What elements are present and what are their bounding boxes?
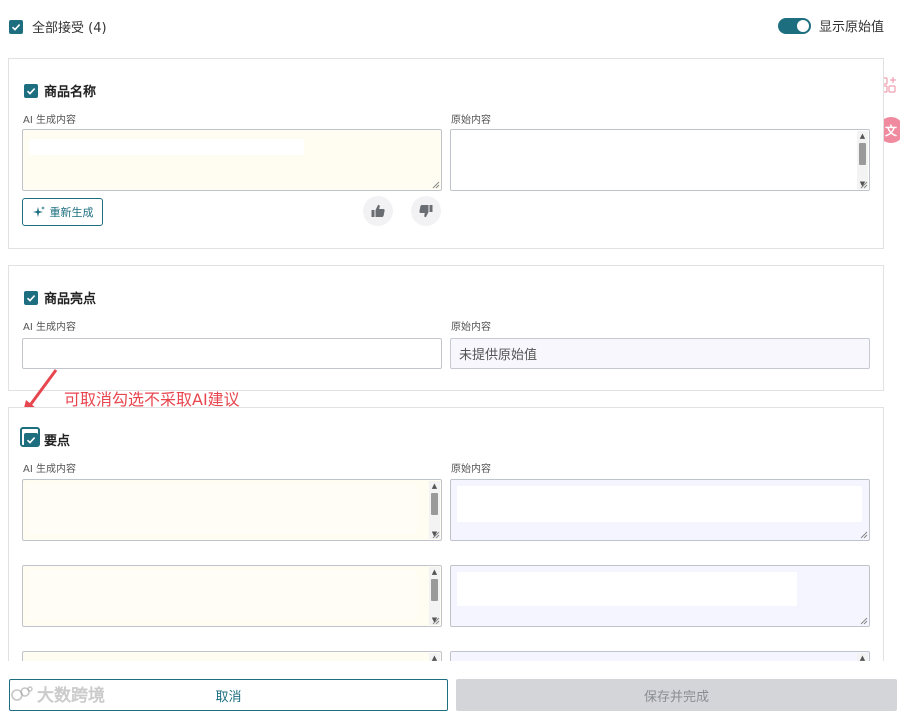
ai-content-label: AI 生成内容 xyxy=(23,115,76,126)
save-and-finish-button[interactable]: 保存并完成 xyxy=(456,679,897,711)
watermark: 大数跨境 xyxy=(11,681,105,706)
resize-grip-icon[interactable] xyxy=(431,180,440,189)
scroll-thumb[interactable] xyxy=(859,143,866,165)
check-icon xyxy=(9,19,23,34)
scroll-up-icon[interactable]: ▲ xyxy=(857,131,868,141)
ai-keypoint-textarea-2[interactable]: ▲ ▼ xyxy=(22,565,442,627)
original-keypoint-textarea-1[interactable] xyxy=(450,479,870,541)
section-key-points: 要点 AI 生成内容 原始内容 xyxy=(8,407,884,677)
show-original-toggle[interactable] xyxy=(777,17,811,34)
thumbs-up-button[interactable] xyxy=(363,196,393,226)
regenerate-label: 重新生成 xyxy=(49,206,94,219)
ai-name-textarea[interactable] xyxy=(22,129,442,191)
scroll-thumb[interactable] xyxy=(431,493,438,515)
section-title-product-name[interactable]: 商品名称 xyxy=(24,81,96,100)
scroll-thumb[interactable] xyxy=(431,579,438,601)
resize-grip-icon[interactable] xyxy=(859,530,868,539)
watermark-text: 大数跨境 xyxy=(37,686,105,706)
watermark-logo-icon xyxy=(11,685,33,701)
original-content-label: 原始内容 xyxy=(451,115,491,126)
ai-keypoint-textarea-1[interactable]: ▲ ▼ xyxy=(22,479,442,541)
top-bar: 全部接受 (4) 显示原始值 xyxy=(0,0,900,50)
original-name-textarea[interactable]: ▲ ▼ xyxy=(450,129,870,191)
thumbs-up-icon xyxy=(371,204,385,217)
section-product-highlights: 商品亮点 AI 生成内容 原始内容 xyxy=(8,265,884,391)
check-icon xyxy=(24,290,38,305)
resize-grip-icon[interactable] xyxy=(431,616,440,625)
resize-grip-icon[interactable] xyxy=(859,616,868,625)
section-title-label: 要点 xyxy=(44,434,71,449)
highlight-box xyxy=(20,427,40,447)
footer-bar: 取消 大数跨境 保存并完成 xyxy=(0,661,900,711)
save-label: 保存并完成 xyxy=(643,689,709,705)
original-content-label: 原始内容 xyxy=(451,322,491,333)
regenerate-button[interactable]: 重新生成 xyxy=(22,198,103,226)
redacted-text xyxy=(457,572,797,606)
accept-all-label: 全部接受 (4) xyxy=(32,21,107,36)
resize-grip-icon[interactable] xyxy=(431,530,440,539)
ai-content-label: AI 生成内容 xyxy=(23,464,76,475)
accept-all-checkbox[interactable]: 全部接受 (4) xyxy=(9,17,107,36)
redacted-text xyxy=(27,484,417,534)
thumbs-down-button[interactable] xyxy=(411,196,441,226)
check-icon xyxy=(24,83,38,98)
redacted-text xyxy=(29,139,304,155)
sparkle-icon xyxy=(32,206,45,217)
ai-content-label: AI 生成内容 xyxy=(23,322,76,333)
ai-highlight-input[interactable] xyxy=(22,338,442,369)
scroll-up-icon[interactable]: ▲ xyxy=(429,567,440,577)
resize-grip-icon[interactable] xyxy=(859,180,868,189)
original-highlight-input[interactable]: 未提供原始值 xyxy=(450,338,870,369)
original-content-label: 原始内容 xyxy=(451,464,491,475)
section-title-product-highlights[interactable]: 商品亮点 xyxy=(24,288,96,307)
redacted-text xyxy=(27,570,417,620)
original-placeholder: 未提供原始值 xyxy=(459,348,538,363)
toggle-knob xyxy=(796,19,809,32)
show-original-toggle-wrap: 显示原始值 xyxy=(777,16,884,35)
redacted-text xyxy=(457,486,862,522)
scroll-up-icon[interactable]: ▲ xyxy=(429,481,440,491)
cancel-label: 取消 xyxy=(215,689,242,705)
original-keypoint-textarea-2[interactable] xyxy=(450,565,870,627)
show-original-label: 显示原始值 xyxy=(818,20,884,35)
section-title-label: 商品名称 xyxy=(44,85,97,100)
section-title-label: 商品亮点 xyxy=(44,292,97,307)
thumbs-down-icon xyxy=(419,205,433,218)
